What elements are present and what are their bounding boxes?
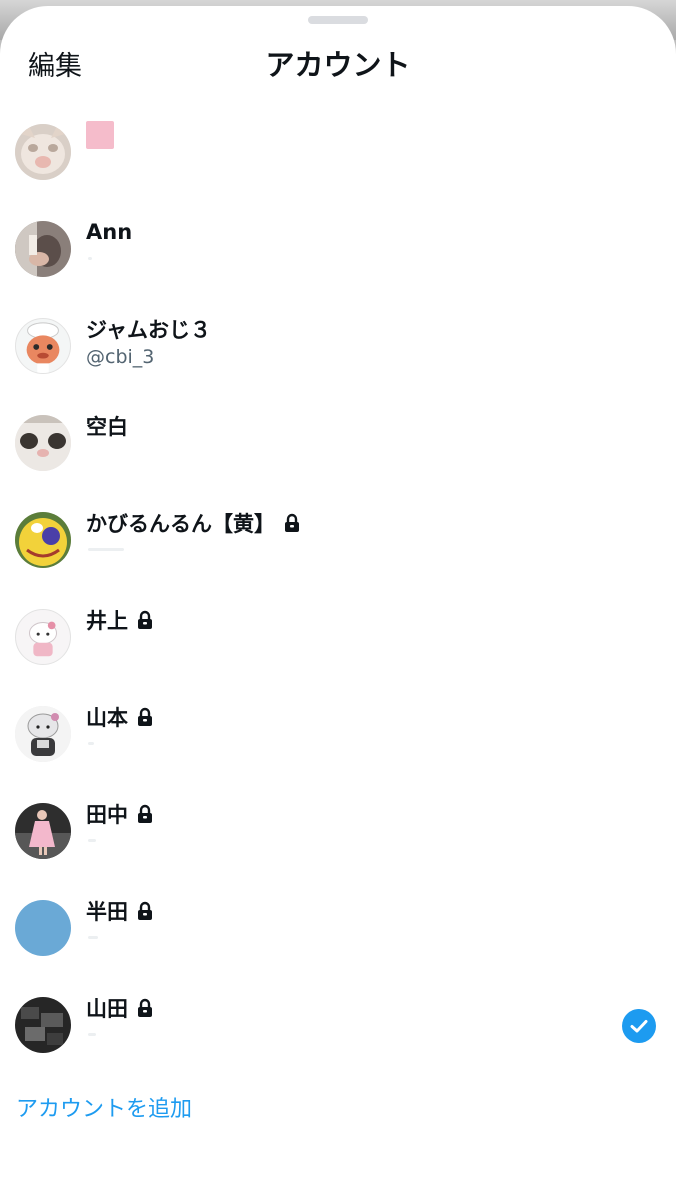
sheet-grabber[interactable]	[308, 16, 368, 24]
account-row[interactable]: 山本	[0, 686, 676, 783]
sheet-header: 編集 アカウント	[0, 34, 676, 90]
account-name-text: かびるんるん【黄】	[86, 512, 275, 536]
avatar	[15, 609, 71, 665]
account-row[interactable]: ジャムおじ３ @cbi_3	[0, 298, 676, 395]
lock-icon	[138, 804, 152, 823]
lock-icon	[138, 998, 152, 1017]
check-circle-icon	[622, 1009, 656, 1043]
handle-placeholder	[88, 839, 96, 842]
avatar	[15, 221, 71, 277]
lock-icon	[138, 707, 152, 726]
lock-icon	[138, 610, 152, 629]
account-row[interactable]: かびるんるん【黄】	[0, 492, 676, 589]
account-name-text: 山田	[86, 997, 128, 1021]
handle-placeholder	[88, 257, 92, 260]
handle-placeholder	[88, 936, 98, 939]
avatar	[15, 124, 71, 180]
account-name: 山田	[86, 993, 154, 1023]
account-name: 半田	[86, 896, 154, 926]
account-name-text: 空白	[86, 415, 128, 439]
account-name-text: ジャムおじ３	[86, 318, 211, 342]
account-name: ジャムおじ３	[86, 314, 211, 344]
account-name: 空白	[86, 411, 128, 441]
account-name-text: 半田	[86, 900, 128, 924]
avatar	[15, 318, 71, 374]
account-name: 田中	[86, 799, 154, 829]
account-name-text: 井上	[86, 609, 128, 633]
avatar	[15, 997, 71, 1053]
account-name-text: Ann	[86, 220, 133, 244]
lock-icon	[138, 901, 152, 920]
handle-placeholder	[88, 742, 94, 745]
account-row[interactable]: 空白	[0, 395, 676, 492]
lock-icon	[285, 513, 299, 532]
avatar	[15, 706, 71, 762]
account-name: 井上	[86, 605, 154, 635]
account-row[interactable]: Ann	[0, 201, 676, 298]
account-name	[86, 120, 122, 150]
avatar	[15, 900, 71, 956]
handle-placeholder	[88, 548, 124, 551]
account-name: 山本	[86, 702, 154, 732]
handle-placeholder	[88, 1033, 96, 1036]
account-name-text: 山本	[86, 706, 128, 730]
account-name: かびるんるん【黄】	[86, 508, 301, 538]
account-row[interactable]: 田中	[0, 783, 676, 880]
pink-square-emoji	[86, 121, 114, 149]
page-title: アカウント	[265, 48, 411, 82]
avatar	[15, 803, 71, 859]
account-row[interactable]	[0, 104, 676, 201]
account-handle: @cbi_3	[86, 346, 155, 368]
account-switcher-sheet: 編集 アカウント Ann ジャムおじ３ @cbi_3 空白 かびるんるん【黄】 …	[0, 6, 676, 1200]
account-name-text: 田中	[86, 803, 128, 827]
account-row[interactable]: 半田	[0, 880, 676, 977]
account-row[interactable]: 井上	[0, 589, 676, 686]
add-account-link[interactable]: アカウントを追加	[16, 1091, 192, 1123]
account-name: Ann	[86, 217, 132, 247]
account-row[interactable]: 山田	[0, 977, 676, 1074]
avatar	[15, 512, 71, 568]
avatar	[15, 415, 71, 471]
account-list: Ann ジャムおじ３ @cbi_3 空白 かびるんるん【黄】 井上 山本 田中 …	[0, 104, 676, 1074]
